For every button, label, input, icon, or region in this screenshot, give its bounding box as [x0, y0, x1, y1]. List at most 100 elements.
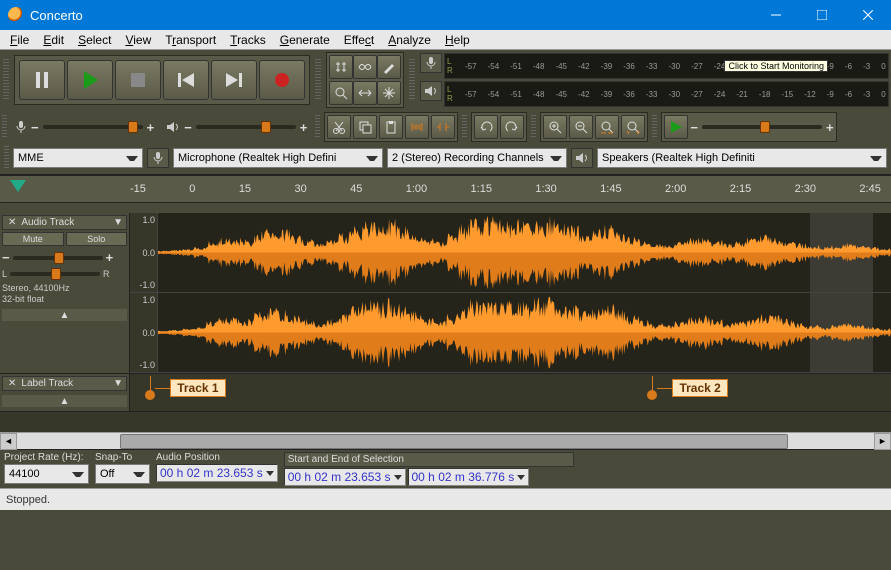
timeshift-tool-icon[interactable]: [353, 81, 377, 105]
playback-device-combo[interactable]: Speakers (Realtek High Definiti: [597, 148, 887, 168]
envelope-tool-icon[interactable]: [353, 55, 377, 79]
fit-project-icon[interactable]: [621, 115, 645, 139]
mic-icon: [147, 148, 169, 168]
selection-toolbar: Project Rate (Hz): 44100 Snap-To Off Aud…: [0, 449, 891, 488]
audio-position-label: Audio Position: [156, 452, 278, 463]
fit-selection-icon[interactable]: [595, 115, 619, 139]
chevron-down-icon[interactable]: [266, 471, 274, 476]
audio-host-combo[interactable]: MME: [13, 148, 143, 168]
redo-icon[interactable]: [500, 115, 524, 139]
toolbar-grip[interactable]: [409, 59, 415, 101]
menu-file[interactable]: File: [4, 32, 35, 48]
draw-tool-icon[interactable]: [377, 55, 401, 79]
mute-button[interactable]: Mute: [2, 232, 64, 246]
silence-icon[interactable]: [431, 115, 455, 139]
track-menu-icon[interactable]: ▼: [113, 217, 123, 228]
record-volume-slider[interactable]: − +: [11, 120, 158, 135]
status-text: Stopped.: [6, 494, 50, 506]
toolbar-grip[interactable]: [462, 115, 467, 139]
play-button[interactable]: [67, 60, 113, 100]
toolbar-grip[interactable]: [3, 59, 9, 101]
meter-ticks: -57-54-51-48-45-42-39-36-33-30-27-24-21-…: [463, 90, 888, 99]
audio-position-display[interactable]: 00 h 02 m 23.653 s: [156, 464, 278, 482]
waveform-right[interactable]: [158, 293, 891, 372]
amplitude-scale: 1.00.0-1.0: [130, 213, 158, 292]
paste-icon[interactable]: [379, 115, 403, 139]
horizontal-scrollbar[interactable]: ◄ ►: [0, 432, 891, 449]
chevron-down-icon: [870, 156, 882, 161]
cut-icon[interactable]: [327, 115, 351, 139]
menu-effect[interactable]: Effect: [338, 32, 380, 48]
scroll-right-icon[interactable]: ►: [874, 433, 891, 450]
track-title: Audio Track: [21, 217, 74, 228]
toolbar-grip[interactable]: [652, 115, 657, 139]
record-button[interactable]: [259, 60, 305, 100]
collapse-track-icon[interactable]: ▲: [2, 309, 127, 321]
zoom-tool-icon[interactable]: [329, 81, 353, 105]
record-channels-combo[interactable]: 2 (Stereo) Recording Channels: [387, 148, 567, 168]
copy-icon[interactable]: [353, 115, 377, 139]
selection-mode-combo[interactable]: Start and End of Selection: [284, 452, 574, 467]
meter-lr-label: LR: [447, 57, 453, 75]
trim-icon[interactable]: [405, 115, 429, 139]
menu-transport[interactable]: Transport: [159, 32, 222, 48]
menu-tracks[interactable]: Tracks: [224, 32, 272, 48]
timeline-ruler[interactable]: -1501530451:001:151:301:452:002:152:302:…: [0, 175, 891, 203]
track-label[interactable]: Track 2: [647, 376, 727, 400]
track-close-icon[interactable]: ✕: [6, 217, 18, 228]
multi-tool-icon[interactable]: [377, 81, 401, 105]
menu-help[interactable]: Help: [439, 32, 476, 48]
chevron-down-icon[interactable]: [517, 475, 525, 480]
playback-volume-slider[interactable]: − +: [162, 120, 311, 135]
toolbar-grip[interactable]: [315, 115, 320, 139]
label-track-area[interactable]: Track 1 Track 2: [130, 374, 891, 411]
waveform-left[interactable]: [158, 213, 891, 292]
skip-start-button[interactable]: [163, 60, 209, 100]
snap-to-combo[interactable]: Off: [95, 464, 150, 484]
stop-button[interactable]: [115, 60, 161, 100]
pan-slider[interactable]: LR: [2, 269, 127, 279]
menu-select[interactable]: Select: [72, 32, 117, 48]
selection-tool-icon[interactable]: [329, 55, 353, 79]
record-device-combo[interactable]: Microphone (Realtek High Defini: [173, 148, 383, 168]
skip-end-button[interactable]: [211, 60, 257, 100]
project-rate-combo[interactable]: 44100: [4, 464, 89, 484]
menu-view[interactable]: View: [119, 32, 157, 48]
close-button[interactable]: [845, 0, 891, 30]
undo-icon[interactable]: [474, 115, 498, 139]
solo-button[interactable]: Solo: [66, 232, 128, 246]
playhead-marker[interactable]: [10, 180, 26, 192]
playback-speed-slider[interactable]: − +: [690, 120, 833, 135]
menu-edit[interactable]: Edit: [37, 32, 70, 48]
track-close-icon[interactable]: ✕: [6, 378, 18, 389]
chevron-down-icon[interactable]: [394, 475, 402, 480]
mic-icon: [420, 53, 442, 73]
pause-button[interactable]: [19, 60, 65, 100]
selection-start-display[interactable]: 00 h 02 m 23.653 s: [284, 468, 406, 486]
scroll-left-icon[interactable]: ◄: [0, 433, 17, 450]
plus-icon: +: [826, 120, 834, 135]
track-area: ✕ Audio Track ▼ Mute Solo −+ LR Stereo, …: [0, 213, 891, 412]
menu-generate[interactable]: Generate: [274, 32, 336, 48]
gain-slider[interactable]: −+: [2, 250, 127, 265]
toolbar-grip[interactable]: [315, 59, 321, 101]
playback-meter[interactable]: LR -57-54-51-48-45-42-39-36-33-30-27-24-…: [444, 81, 889, 107]
zoom-out-icon[interactable]: [569, 115, 593, 139]
toolbar-grip[interactable]: [531, 115, 536, 139]
collapse-track-icon[interactable]: ▲: [2, 395, 127, 407]
selection-end-display[interactable]: 00 h 02 m 36.776 s: [408, 468, 530, 486]
track-menu-icon[interactable]: ▼: [113, 378, 123, 389]
menu-analyze[interactable]: Analyze: [382, 32, 437, 48]
maximize-button[interactable]: [799, 0, 845, 30]
play-at-speed-button[interactable]: [664, 115, 688, 139]
meter-click-start[interactable]: Click to Start Monitoring: [724, 60, 828, 72]
toolbar-grip[interactable]: [4, 146, 9, 170]
window-title: Concerto: [30, 8, 753, 23]
record-meter[interactable]: LR -57-54-51-48-45-42-39-36-33-30-27-24-…: [444, 53, 889, 79]
minimize-button[interactable]: [753, 0, 799, 30]
zoom-in-icon[interactable]: [543, 115, 567, 139]
speaker-icon: [166, 121, 180, 133]
toolbar-grip[interactable]: [2, 115, 7, 139]
chevron-down-icon: [72, 472, 84, 477]
track-label[interactable]: Track 1: [145, 376, 225, 400]
